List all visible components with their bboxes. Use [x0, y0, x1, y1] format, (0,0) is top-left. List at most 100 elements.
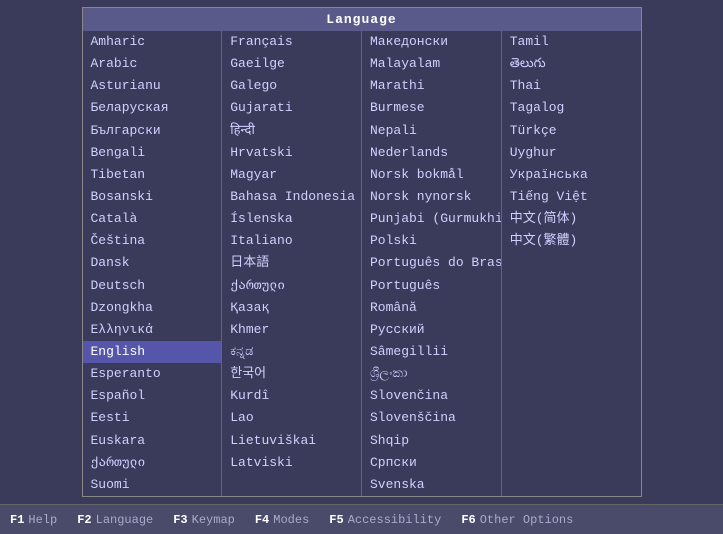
language-item[interactable]: Khmer	[222, 319, 361, 341]
language-item[interactable]: Bengali	[83, 142, 222, 164]
language-column-4: TamilతెలుగుThaiTagalogTürkçeUyghurУкраїн…	[502, 31, 641, 496]
language-item[interactable]: 中文(繁體)	[502, 230, 641, 252]
language-item[interactable]: English	[83, 341, 222, 363]
language-item[interactable]: Tiếng Việt	[502, 186, 641, 208]
language-item[interactable]: Dzongkha	[83, 297, 222, 319]
language-item[interactable]: Dansk	[83, 252, 222, 274]
language-item[interactable]: Norsk nynorsk	[362, 186, 501, 208]
screen: Language AmharicArabicAsturianuБеларуска…	[0, 0, 723, 534]
language-column-3: МакедонскиMalayalamMarathiBurmeseNepaliN…	[362, 31, 502, 496]
language-item[interactable]: Italiano	[222, 230, 361, 252]
language-item[interactable]: Esperanto	[83, 363, 222, 385]
language-item[interactable]: Lao	[222, 407, 361, 429]
language-item[interactable]: 日本語	[222, 252, 361, 274]
language-item[interactable]: Norsk bokmål	[362, 164, 501, 186]
language-item[interactable]: Српски	[362, 452, 501, 474]
language-item[interactable]: Nederlands	[362, 142, 501, 164]
language-item[interactable]: ქართული	[83, 452, 222, 474]
language-item[interactable]: Română	[362, 297, 501, 319]
statusbar-item[interactable]: F6 Other Options	[461, 513, 573, 527]
language-item[interactable]: Gaeilge	[222, 53, 361, 75]
statusbar-label: Keymap	[192, 513, 235, 527]
language-item[interactable]: Tamil	[502, 31, 641, 53]
language-item[interactable]: Íslenska	[222, 208, 361, 230]
language-item[interactable]: Galego	[222, 75, 361, 97]
language-item[interactable]: Marathi	[362, 75, 501, 97]
language-item[interactable]: Kurdî	[222, 385, 361, 407]
language-item[interactable]: Tagalog	[502, 97, 641, 119]
dialog-container: Language AmharicArabicAsturianuБеларуска…	[0, 0, 723, 504]
statusbar-key: F5	[329, 513, 343, 527]
language-item[interactable]: Français	[222, 31, 361, 53]
statusbar-item[interactable]: F3 Keymap	[173, 513, 235, 527]
language-item[interactable]: ශ්‍රීලංකා	[362, 363, 501, 385]
language-item[interactable]: Українська	[502, 164, 641, 186]
language-item[interactable]: 中文(简体)	[502, 208, 641, 230]
statusbar-key: F1	[10, 513, 24, 527]
statusbar-item[interactable]: F1 Help	[10, 513, 57, 527]
dialog-title: Language	[83, 8, 641, 31]
language-item[interactable]: Hrvatski	[222, 142, 361, 164]
language-item[interactable]: Amharic	[83, 31, 222, 53]
language-item[interactable]: Lietuviškai	[222, 430, 361, 452]
dialog-content: AmharicArabicAsturianuБеларускаяБългарск…	[83, 31, 641, 496]
language-item[interactable]: Tibetan	[83, 164, 222, 186]
language-item[interactable]: Eesti	[83, 407, 222, 429]
language-item[interactable]: Português	[362, 275, 501, 297]
language-item[interactable]: Беларуская	[83, 97, 222, 119]
statusbar-label: Language	[96, 513, 154, 527]
statusbar-label: Modes	[273, 513, 309, 527]
language-item[interactable]: Čeština	[83, 230, 222, 252]
language-item[interactable]: Uyghur	[502, 142, 641, 164]
statusbar-key: F6	[461, 513, 475, 527]
language-item[interactable]: Suomi	[83, 474, 222, 496]
language-item[interactable]: Asturianu	[83, 75, 222, 97]
language-item[interactable]: Svenska	[362, 474, 501, 496]
language-item[interactable]: Arabic	[83, 53, 222, 75]
language-item[interactable]: Gujarati	[222, 97, 361, 119]
statusbar-item[interactable]: F2 Language	[77, 513, 153, 527]
language-item[interactable]: Punjabi (Gurmukhi)	[362, 208, 501, 230]
language-item[interactable]: 한국어	[222, 363, 361, 385]
language-item[interactable]: తెలుగు	[502, 53, 641, 75]
language-item[interactable]: Català	[83, 208, 222, 230]
language-item[interactable]: Slovenščina	[362, 407, 501, 429]
language-item[interactable]: हिन्दी	[222, 120, 361, 142]
language-item[interactable]: Polski	[362, 230, 501, 252]
language-item[interactable]: Ελληνικά	[83, 319, 222, 341]
language-item[interactable]: Thai	[502, 75, 641, 97]
language-item[interactable]: Sâmegillii	[362, 341, 501, 363]
language-item[interactable]: Bosanski	[83, 186, 222, 208]
language-item[interactable]: Magyar	[222, 164, 361, 186]
language-item[interactable]: Bahasa Indonesia	[222, 186, 361, 208]
language-item[interactable]: Қазақ	[222, 297, 361, 319]
language-column-1: AmharicArabicAsturianuБеларускаяБългарск…	[83, 31, 223, 496]
language-item[interactable]: ಕನ್ನಡ	[222, 341, 361, 363]
statusbar-key: F2	[77, 513, 91, 527]
statusbar: F1 Help F2 Language F3 Keymap F4 Modes F5 Accessi…	[0, 504, 723, 534]
language-item[interactable]: Български	[83, 120, 222, 142]
language-column-2: FrançaisGaeilgeGalegoGujaratiहिन्दीHrvat…	[222, 31, 362, 496]
language-item[interactable]: Burmese	[362, 97, 501, 119]
language-item[interactable]: Malayalam	[362, 53, 501, 75]
language-item[interactable]: Nepali	[362, 120, 501, 142]
statusbar-label: Accessibility	[348, 513, 442, 527]
statusbar-item[interactable]: F5 Accessibility	[329, 513, 441, 527]
statusbar-key: F4	[255, 513, 269, 527]
language-item[interactable]: Русский	[362, 319, 501, 341]
language-item[interactable]: ქართული	[222, 275, 361, 297]
language-item[interactable]: Español	[83, 385, 222, 407]
statusbar-item[interactable]: F4 Modes	[255, 513, 309, 527]
language-item[interactable]: Македонски	[362, 31, 501, 53]
language-item[interactable]: Português do Brasil	[362, 252, 501, 274]
language-item[interactable]: Deutsch	[83, 275, 222, 297]
language-item[interactable]: Slovenčina	[362, 385, 501, 407]
language-item[interactable]: Euskara	[83, 430, 222, 452]
statusbar-key: F3	[173, 513, 187, 527]
language-item[interactable]: Shqip	[362, 430, 501, 452]
language-item[interactable]: Latviski	[222, 452, 361, 474]
statusbar-label: Help	[28, 513, 57, 527]
language-dialog: Language AmharicArabicAsturianuБеларуска…	[82, 7, 642, 497]
statusbar-label: Other Options	[480, 513, 574, 527]
language-item[interactable]: Türkçe	[502, 120, 641, 142]
